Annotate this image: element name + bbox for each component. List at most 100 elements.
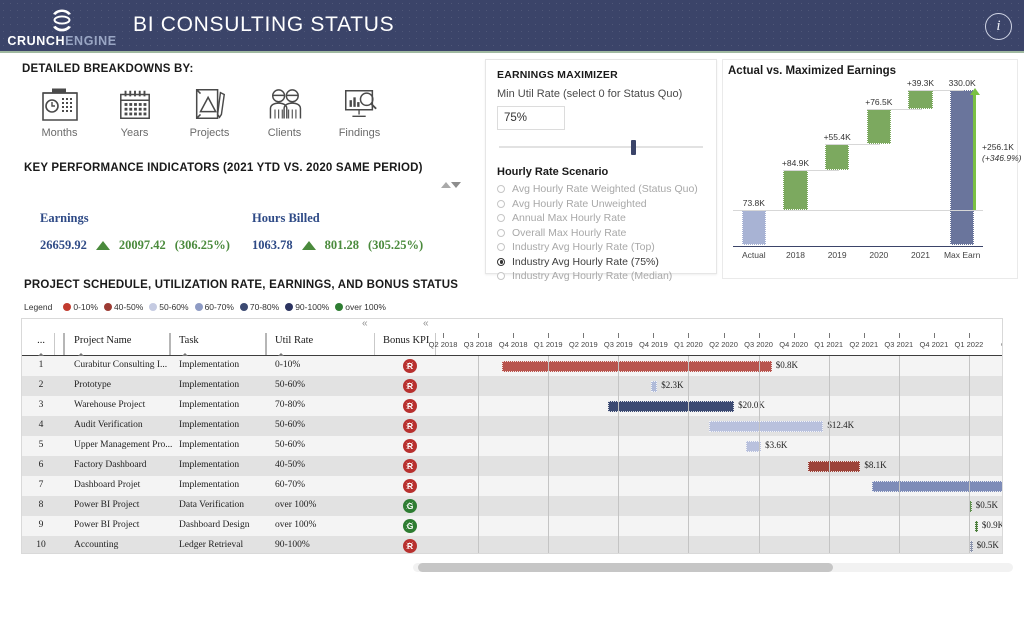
column-header-index[interactable]: ... [30, 335, 52, 346]
timeline-tick-mark [548, 333, 550, 338]
breakdown-label: Months [41, 127, 78, 139]
legend-color-swatch [239, 303, 248, 311]
project-name-cell: Dashboard Projet [74, 480, 141, 490]
scenario-radio-5[interactable]: Industry Avg Hourly Rate (75%) [497, 255, 705, 270]
info-icon[interactable]: i [985, 13, 1012, 40]
kpi-delta-percent: (305.25%) [368, 238, 424, 252]
scenario-radio-1[interactable]: Avg Hourly Rate Unweighted [497, 197, 705, 212]
gantt-bar[interactable] [650, 380, 658, 392]
timeline-tick-label: Q2 2020 [709, 340, 738, 349]
task-cell: Implementation [179, 360, 240, 370]
project-name-cell: Prototype [74, 380, 111, 390]
bonus-kpi-badge: R [403, 458, 417, 473]
waterfall-bar[interactable] [741, 210, 766, 245]
min-util-rate-slider[interactable] [497, 140, 705, 155]
min-util-rate-input[interactable]: 75% [497, 106, 565, 130]
waterfall-x-tick: Max Earn [943, 250, 981, 260]
radio-button-icon [497, 272, 505, 281]
breakdown-item-findings[interactable]: Findings [322, 84, 397, 140]
radio-button-icon [497, 228, 505, 237]
timeline-tick-mark [968, 333, 970, 338]
scenario-radio-4[interactable]: Industry Avg Hourly Rate (Top) [497, 240, 705, 255]
legend-item: 70-80% [239, 302, 279, 312]
breakdown-item-clients[interactable]: Clients [247, 84, 322, 140]
gantt-bar[interactable] [975, 520, 978, 532]
legend-item: 90-100% [285, 302, 329, 312]
column-header-bonus-kpi[interactable]: Bonus KPI [383, 335, 429, 346]
waterfall-bar[interactable] [866, 108, 891, 145]
waterfall-connector [825, 144, 881, 146]
breakdown-item-years[interactable]: Years [97, 84, 172, 140]
task-cell: Implementation [179, 400, 240, 410]
waterfall-bar[interactable] [908, 90, 933, 109]
gantt-bar[interactable] [709, 420, 824, 432]
legend-items: 0-10% 40-50% 50-60% 60-70% 70-80% 90-100% over… [63, 302, 386, 312]
breakdown-item-projects[interactable]: Projects [172, 84, 247, 140]
timeline-tick-mark [513, 333, 515, 338]
scenario-radio-3[interactable]: Overall Max Hourly Rate [497, 226, 705, 241]
column-header-project-name[interactable]: Project Name [74, 335, 131, 346]
timeline-tick-label: Q3 2018 [463, 340, 493, 349]
gantt-bar-label: $8.1K [864, 460, 887, 470]
bonus-kpi-badge: R [403, 378, 417, 393]
legend-item: 40-50% [103, 302, 143, 312]
brand-text: CRUNCHENGINE [7, 34, 116, 48]
timeline-tick-label: Q3 2021 [884, 340, 914, 349]
brand-logo[interactable]: CRUNCHENGINE [7, 4, 116, 50]
gantt-bar[interactable] [807, 460, 861, 472]
gantt-bar[interactable] [502, 360, 772, 372]
scenario-radio-6[interactable]: Industry Avg Hourly Rate (Median) [497, 269, 705, 284]
timeline-tick-label: Q1 2019 [533, 340, 563, 349]
gantt-bar-label: $0.5K [976, 540, 999, 550]
kpi-label: Hours Billed [252, 211, 320, 225]
breakdown-item-months[interactable]: Months [22, 84, 97, 140]
row-index: 2 [38, 380, 44, 390]
timeline-tick-label: Q4 2018 [498, 340, 528, 349]
timeline-tick-mark [443, 333, 444, 338]
sort-updown-icon[interactable] [440, 181, 462, 192]
page-title: BI CONSULTING STATUS [133, 13, 395, 36]
gantt-gridline [758, 356, 760, 553]
project-schedule-table: « « ... Project Name Task Util Rate Bonu… [21, 318, 1003, 554]
row-index: 1 [38, 360, 44, 370]
slider-thumb[interactable] [630, 140, 636, 155]
task-cell: Implementation [179, 480, 240, 490]
brand-secondary: ENGINE [65, 33, 117, 48]
gantt-bar[interactable] [872, 480, 1002, 492]
kpi-delta-percent: (306.25%) [174, 238, 230, 252]
waterfall-bar[interactable] [825, 144, 850, 171]
legend-item: over 100% [335, 302, 386, 312]
people-icon [264, 84, 306, 124]
waterfall-bar[interactable] [783, 170, 808, 211]
gantt-row-background [443, 376, 1002, 396]
annotation-arrow-head-icon [969, 88, 980, 95]
min-util-rate-label: Min Util Rate (select 0 for Status Quo) [497, 88, 683, 100]
scenario-radio-2[interactable]: Annual Max Hourly Rate [497, 211, 705, 226]
collapse-left-icon[interactable]: « [423, 319, 429, 329]
hourly-rate-scenario-title: Hourly Rate Scenario [497, 166, 609, 178]
bonus-kpi-badge: G [403, 518, 417, 533]
waterfall-connector [866, 108, 923, 110]
gantt-bar[interactable] [970, 540, 973, 552]
row-index: 9 [38, 520, 44, 530]
breakdown-label: Clients [267, 127, 302, 139]
column-header-task[interactable]: Task [179, 335, 199, 346]
column-header-util-rate[interactable]: Util Rate [275, 335, 313, 346]
project-name-cell: Curabitur Consulting I... [74, 360, 168, 370]
gantt-bar[interactable] [607, 400, 735, 412]
horizontal-scrollbar-thumb[interactable] [418, 563, 833, 572]
timeline-tick-label: Q2 2018 [428, 340, 458, 349]
scenario-radio-0[interactable]: Avg Hourly Rate Weighted (Status Quo) [497, 182, 705, 197]
timeline-tick-label: Q2 2021 [849, 340, 879, 349]
timeline-tick-mark [828, 333, 830, 338]
timeline-tick-mark [653, 333, 655, 338]
waterfall-bar-label: 330.0K [948, 78, 976, 88]
util-rate-cell: 60-70% [275, 480, 306, 490]
waterfall-bar[interactable] [950, 90, 975, 245]
brand-primary: CRUNCH [7, 33, 66, 48]
collapse-left-icon[interactable]: « [362, 319, 368, 329]
legend-color-swatch [63, 303, 72, 311]
legend-color-swatch [194, 303, 203, 311]
hourly-rate-scenario-group: Avg Hourly Rate Weighted (Status Quo) Avg… [497, 182, 705, 284]
waterfall-x-tick: 2019 [827, 250, 847, 260]
